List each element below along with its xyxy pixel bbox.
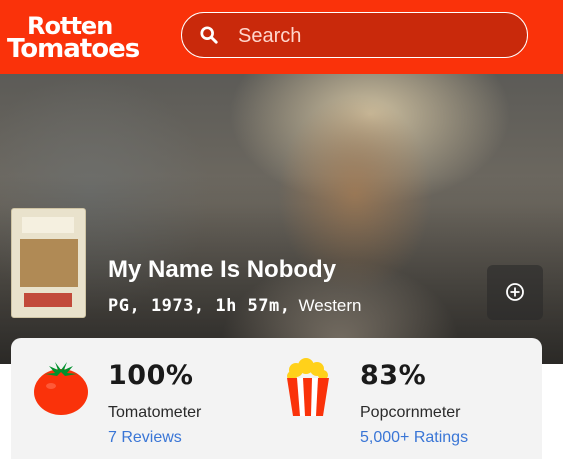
search-input[interactable] xyxy=(236,22,500,50)
logo-line-2: Tomatoes xyxy=(7,34,140,64)
plus-circle-icon xyxy=(506,283,524,301)
search-icon[interactable] xyxy=(200,26,218,44)
movie-title: My Name Is Nobody xyxy=(108,256,337,283)
rotten-tomatoes-logo[interactable]: Rotten Tomatoes xyxy=(7,12,157,64)
genre: Western xyxy=(298,296,362,315)
site-header: Rotten Tomatoes xyxy=(0,0,563,74)
tomato-icon xyxy=(34,362,88,415)
search-bar[interactable] xyxy=(181,12,528,58)
movie-poster[interactable] xyxy=(11,208,86,318)
tomatometer-label: Tomatometer xyxy=(108,404,202,421)
poster-art xyxy=(20,239,78,287)
movie-meta: PG, 1973, 1h 57m, Western xyxy=(108,296,362,316)
scores-panel: 100% Tomatometer 7 Reviews 83% Popcornme… xyxy=(11,338,542,459)
popcorn-icon xyxy=(287,358,329,416)
tomatometer-score: 100% xyxy=(108,360,194,391)
rating-year-runtime: PG, 1973, 1h 57m, xyxy=(108,296,291,316)
popcornmeter-ratings-link[interactable]: 5,000+ Ratings xyxy=(360,429,468,447)
poster-title-area xyxy=(22,217,74,233)
add-to-watchlist-button[interactable] xyxy=(487,265,543,320)
popcornmeter-label: Popcornmeter xyxy=(360,404,461,421)
tomatometer-reviews-link[interactable]: 7 Reviews xyxy=(108,429,182,447)
poster-credit-area xyxy=(24,293,72,307)
popcornmeter-score: 83% xyxy=(360,360,427,391)
